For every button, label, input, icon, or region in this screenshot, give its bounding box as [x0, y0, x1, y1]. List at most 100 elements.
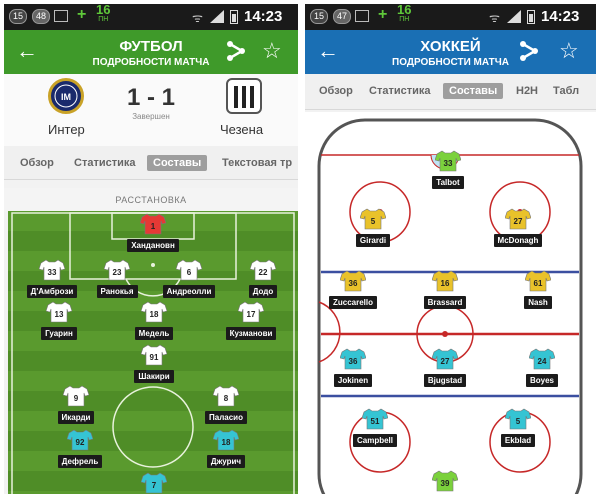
tab-statistics[interactable]: Статистика: [68, 155, 142, 171]
svg-text:36: 36: [349, 357, 358, 366]
status-bar: 15 48 + 16 ПН ᯤ 14:23: [4, 4, 298, 30]
tab-commentary[interactable]: Текстовая тр: [216, 155, 298, 171]
player-token[interactable]: 39: [405, 470, 485, 492]
player-name: Brassard: [423, 296, 467, 309]
jersey-icon: 39: [432, 470, 458, 492]
player-token[interactable]: 33 Talbot: [408, 150, 488, 190]
player-token[interactable]: 5 Ekblad: [478, 408, 558, 448]
hockey-screen: 15 47 + 16 ПН ᯤ 14:23 ← ХОККЕЙ ПОДРОБНОС…: [305, 4, 596, 494]
star-outline-icon[interactable]: ☆: [559, 38, 579, 64]
svg-text:7: 7: [152, 481, 157, 490]
player-token[interactable]: 5 Girardi: [333, 208, 413, 248]
player-name: Кузманови: [225, 327, 277, 340]
player-token[interactable]: 13 Гуарин: [19, 301, 99, 341]
app-header: ← ХОККЕЙ ПОДРОБНОСТИ МАТЧА ☆: [305, 30, 596, 74]
svg-text:39: 39: [441, 479, 450, 488]
player-token[interactable]: 18 Медель: [114, 301, 194, 341]
player-name: Хандановн: [127, 239, 179, 252]
player-token[interactable]: 61 Nash: [498, 270, 578, 310]
tab-overview[interactable]: Обзор: [313, 83, 359, 99]
player-token[interactable]: 27 McDonagh: [478, 208, 558, 248]
calendar-date: 16 ПН: [96, 4, 111, 23]
hockey-rink: 33 Talbot 5 Girardi 27 McDonagh 36 Zuccarello 16…: [305, 112, 596, 494]
match-scoreboard: IM Интер 1 - 1 Завершен Чезена: [4, 74, 298, 146]
home-team-name: Интер: [48, 122, 85, 137]
sport-title: ФУТБОЛ: [119, 38, 183, 55]
player-name: Андреолли: [162, 285, 216, 298]
player-token[interactable]: 22 Додо: [223, 259, 298, 299]
jersey-icon: 51: [362, 408, 388, 430]
wifi-icon: ᯤ: [489, 11, 500, 25]
player-token[interactable]: 7: [114, 472, 194, 494]
player-token[interactable]: 17 Кузманови: [211, 301, 291, 341]
svg-text:8: 8: [224, 394, 229, 403]
clock-time: 14:23: [541, 8, 580, 25]
player-name: Додо: [248, 285, 278, 298]
wifi-icon: ᯤ: [192, 11, 203, 25]
player-token[interactable]: 27 Bjugstad: [405, 348, 485, 388]
jersey-icon: 36: [340, 270, 366, 292]
arrow-left-icon[interactable]: ←: [16, 38, 38, 64]
tab-statistics[interactable]: Статистика: [363, 83, 437, 99]
match-status: Завершен: [132, 112, 170, 121]
message-count-badge: 47: [333, 9, 352, 24]
match-score: 1 - 1: [126, 84, 176, 111]
jersey-icon: 1: [140, 213, 166, 235]
player-token[interactable]: 16 Brassard: [405, 270, 485, 310]
player-token[interactable]: 9 Икарди: [36, 385, 116, 425]
svg-text:5: 5: [371, 217, 376, 226]
share-icon[interactable]: [226, 40, 246, 67]
player-token[interactable]: 18 Джурич: [186, 429, 266, 469]
player-token[interactable]: 1 Хандановн: [113, 213, 193, 253]
jersey-icon: 27: [505, 208, 531, 230]
svg-text:27: 27: [441, 357, 450, 366]
player-token[interactable]: 36 Jokinen: [313, 348, 393, 388]
player-token[interactable]: 92 Дефрель: [40, 429, 120, 469]
tab-overview[interactable]: Обзор: [14, 155, 60, 171]
jersey-icon: 23: [104, 259, 130, 281]
player-token[interactable]: 8 Паласио: [186, 385, 266, 425]
player-token[interactable]: 24 Boyes: [502, 348, 582, 388]
tab-standings[interactable]: Табл: [547, 83, 585, 99]
player-token[interactable]: 6 Андреолли: [149, 259, 229, 299]
star-outline-icon[interactable]: ☆: [262, 38, 282, 64]
player-name: Гуарин: [41, 327, 77, 340]
cesena-crest-icon: [226, 78, 262, 114]
svg-text:27: 27: [514, 217, 523, 226]
svg-text:24: 24: [538, 357, 547, 366]
notification-count-badge: 15: [9, 9, 28, 24]
player-token[interactable]: 36 Zuccarello: [313, 270, 393, 310]
jersey-icon: 9: [63, 385, 89, 407]
player-name: Паласио: [205, 411, 247, 424]
jersey-icon: 36: [340, 348, 366, 370]
arrow-left-icon[interactable]: ←: [317, 38, 339, 64]
battery-icon: [230, 10, 238, 24]
player-name: Campbell: [352, 434, 397, 447]
svg-text:5: 5: [516, 417, 521, 426]
svg-text:18: 18: [150, 310, 159, 319]
tab-h2h[interactable]: H2H: [510, 83, 544, 99]
app-header: ← ФУТБОЛ ПОДРОБНОСТИ МАТЧА ☆: [4, 30, 298, 74]
player-name: Boyes: [525, 374, 558, 387]
player-name: Шакири: [134, 370, 174, 383]
tab-lineups[interactable]: Составы: [147, 155, 208, 171]
share-icon[interactable]: [519, 40, 539, 67]
match-tabs: Обзор Статистика Составы Текстовая тр: [4, 146, 298, 180]
football-pitch: 1 Хандановн 33 Д'Амбрози 23 Ранокья 6 Андреолли…: [8, 211, 298, 494]
clock-time: 14:23: [244, 8, 283, 25]
svg-text:61: 61: [534, 279, 543, 288]
svg-text:91: 91: [150, 353, 159, 362]
svg-text:6: 6: [187, 268, 192, 277]
svg-text:18: 18: [222, 438, 231, 447]
football-screen: 15 48 + 16 ПН ᯤ 14:23 ← ФУТБОЛ ПОДРОБНОС…: [4, 4, 298, 494]
player-token[interactable]: 51 Campbell: [335, 408, 415, 448]
player-token[interactable]: 91 Шакири: [114, 344, 194, 384]
away-team-name: Чезена: [220, 122, 264, 137]
jersey-icon: 6: [176, 259, 202, 281]
player-name: Ekblad: [500, 434, 536, 447]
player-token[interactable]: 23 Ранокья: [77, 259, 157, 299]
player-name: Bjugstad: [423, 374, 467, 387]
svg-text:1: 1: [151, 222, 156, 231]
tab-lineups[interactable]: Составы: [443, 83, 504, 99]
player-name: Talbot: [432, 176, 464, 189]
